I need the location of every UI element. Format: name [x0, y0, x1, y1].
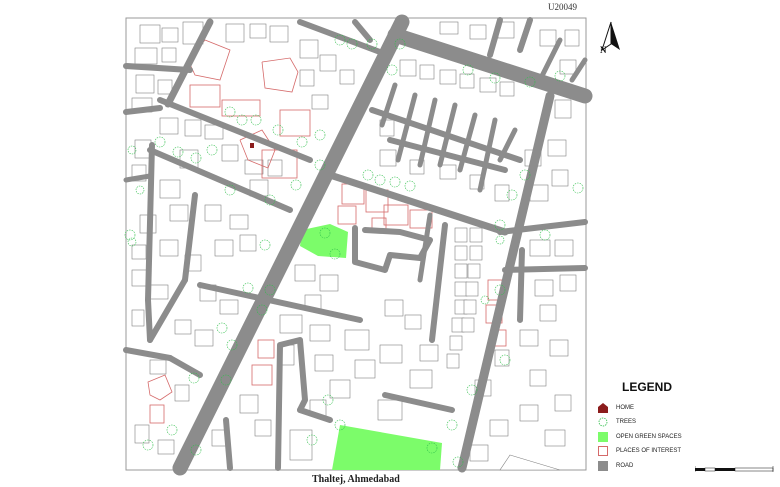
road-swatch: [598, 461, 608, 471]
home-marker: [250, 143, 254, 148]
legend-label: OPEN GREEN SPACES: [616, 434, 682, 440]
legend-item-home: HOME: [598, 402, 634, 414]
green-space-swatch: [598, 432, 608, 442]
legend-label: HOME: [616, 405, 634, 411]
legend-item-road: ROAD: [598, 460, 633, 472]
legend-label: ROAD: [616, 463, 634, 469]
map-code: U20049: [548, 2, 577, 12]
legend-item-open-green: OPEN GREEN SPACES: [598, 431, 682, 443]
poi-swatch: [598, 446, 608, 456]
map-caption: Thaltej, Ahmedabad: [312, 474, 400, 485]
tree-icon: [598, 417, 608, 427]
scale-bar: [694, 466, 775, 485]
legend-item-trees: TREES: [598, 416, 636, 428]
legend-title: LEGEND: [622, 380, 673, 394]
north-arrow-icon: N: [600, 21, 620, 55]
legend-label: TREES: [616, 419, 637, 425]
legend-label: PLACES OF INTEREST: [616, 448, 682, 454]
legend-item-places-of-interest: PLACES OF INTEREST: [598, 445, 681, 457]
north-arrow: N: [600, 20, 622, 59]
map: [123, 14, 593, 476]
north-label: N: [600, 45, 607, 54]
home-icon: [598, 403, 608, 413]
